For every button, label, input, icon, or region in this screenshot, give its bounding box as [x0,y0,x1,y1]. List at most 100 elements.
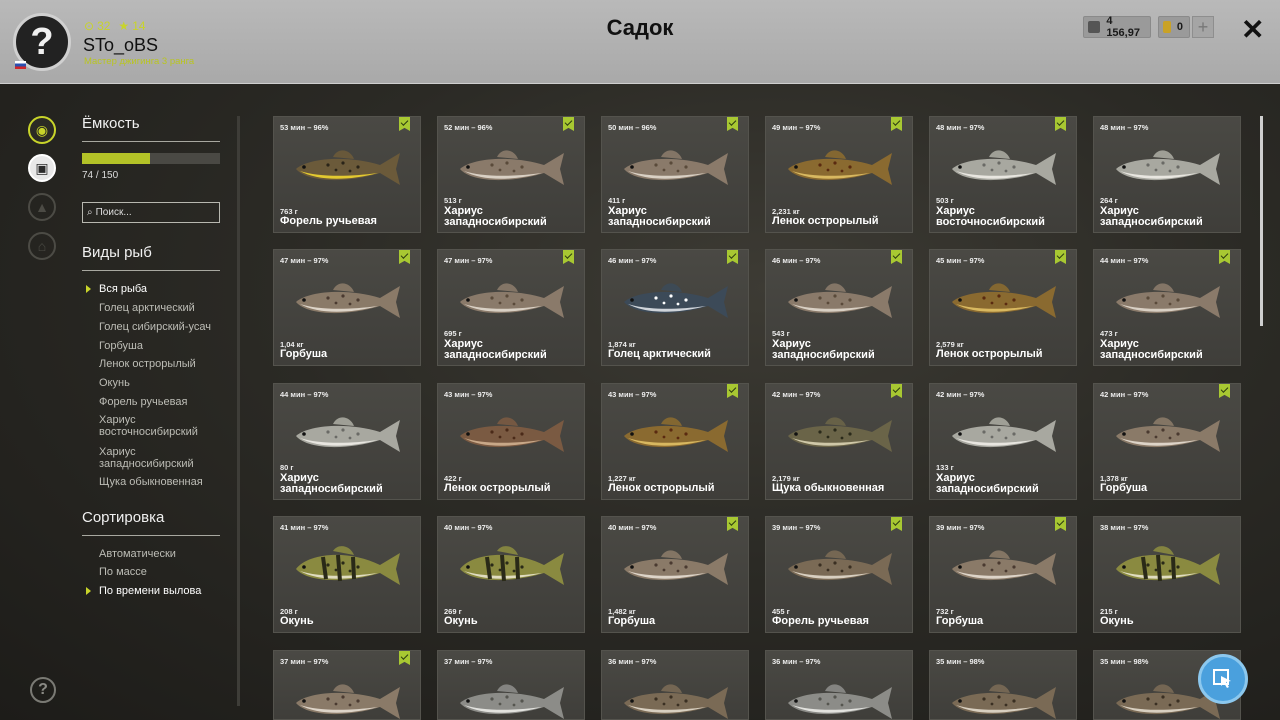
fish-card[interactable]: 47 мин – 97% 695 г Хариус западносибирски… [437,249,585,366]
divider [82,141,220,142]
fish-card[interactable]: 42 мин – 97% 2,179 кг Щука обыкновенная [765,383,913,500]
bookmark-icon [1055,250,1066,264]
fish-image [452,677,572,720]
fish-image [944,543,1064,593]
fish-card[interactable]: 43 мин – 97% 1,227 кг Ленок острорылый [601,383,749,500]
catch-time: 52 мин – 96% [444,123,493,132]
catch-time: 39 мин – 97% [936,523,985,532]
species-item[interactable]: Вся рыба [99,283,147,295]
catch-time: 48 мин – 97% [936,123,985,132]
species-item[interactable]: Голец сибирский-усач [99,321,211,333]
fish-image [1108,276,1228,326]
fish-card[interactable]: 43 мин – 97% 422 г Ленок острорылый [437,383,585,500]
species-item[interactable]: Хариус западносибирский [99,446,194,470]
fish-image [288,543,408,593]
fish-card[interactable]: 50 мин – 96% 411 г Хариус западносибирски… [601,116,749,233]
fish-card[interactable]: 47 мин – 97% 1,04 кг Горбуша [273,249,421,366]
fish-name: Щука обыкновенная [772,482,885,494]
fish-card[interactable]: 38 мин – 97% 215 г Окунь [1093,516,1241,633]
fish-name: Горбуша [608,615,656,627]
catch-time: 50 мин – 96% [608,123,657,132]
fish-card[interactable]: 35 мин – 98% [929,650,1077,720]
home-icon[interactable]: ⌂ [28,232,56,260]
catch-time: 45 мин – 97% [936,256,985,265]
fish-card[interactable]: 53 мин – 96% 763 г Форель ручьевая [273,116,421,233]
fish-card[interactable]: 36 мин – 97% [601,650,749,720]
fish-card[interactable]: 44 мин – 97% 80 г Хариус западносибирский [273,383,421,500]
fish-card[interactable]: 39 мин – 97% 732 г Горбуша [929,516,1077,633]
fish-name: Окунь [280,615,314,627]
fish-card[interactable]: 42 мин – 97% 133 г Хариус западносибирски… [929,383,1077,500]
inventory-icon[interactable]: ▣ [28,154,56,182]
fish-card[interactable]: 41 мин – 97% 208 г Окунь [273,516,421,633]
help-icon[interactable]: ? [30,677,56,703]
species-item[interactable]: Голец арктический [99,302,195,314]
grid-scrollbar[interactable] [1260,116,1263,326]
catch-time: 47 мин – 97% [280,256,329,265]
catch-time: 38 мин – 97% [1100,523,1149,532]
keepnet-fish-icon[interactable]: ◉ [28,116,56,144]
sort-option[interactable]: По времени вылова [99,585,201,597]
catch-time: 36 мин – 97% [772,657,821,666]
bookmark-icon [399,250,410,264]
fish-image [780,543,900,593]
catch-time: 35 мин – 98% [1100,657,1149,666]
bookmark-icon [727,517,738,531]
fish-card[interactable]: 42 мин – 97% 1,378 кг Горбуша [1093,383,1241,500]
fish-card[interactable]: 52 мин – 96% 513 г Хариус западносибирски… [437,116,585,233]
species-item[interactable]: Хариус восточносибирский [99,414,198,438]
fish-image [780,276,900,326]
fish-card[interactable]: 46 мин – 97% 543 г Хариус западносибирски… [765,249,913,366]
fish-card[interactable]: 48 мин – 97% 503 г Хариус восточносибирск… [929,116,1077,233]
fish-name: Хариус западносибирский [444,205,547,228]
fish-card[interactable]: 49 мин – 97% 2,231 кг Ленок острорылый [765,116,913,233]
fish-name: Хариус восточносибирский [936,205,1045,228]
fish-card[interactable]: 40 мин – 97% 1,482 кг Горбуша [601,516,749,633]
fish-image [616,677,736,720]
search-icon: ⌕ [87,207,93,218]
species-item[interactable]: Ленок острорылый [99,358,196,370]
fish-card[interactable]: 46 мин – 97% 1,874 кг Голец арктический [601,249,749,366]
bookmark-icon [891,117,902,131]
search-box[interactable]: ⌕ [82,202,220,223]
tent-icon[interactable]: ▲ [28,193,56,221]
cursor-mode-button[interactable] [1198,654,1248,704]
catch-time: 44 мин – 97% [280,390,329,399]
catch-time: 40 мин – 97% [444,523,493,532]
catch-time: 42 мин – 97% [936,390,985,399]
fish-name: Форель ручьевая [772,615,869,627]
fish-name: Ленок острорылый [936,348,1043,360]
fish-card[interactable]: 40 мин – 97% 269 г Окунь [437,516,585,633]
capacity-title: Ёмкость [82,115,140,132]
fish-image [452,543,572,593]
close-button[interactable]: ✕ [1241,13,1264,46]
fish-card[interactable]: 36 мин – 97% [765,650,913,720]
fish-card[interactable]: 48 мин – 97% 264 г Хариус западносибирски… [1093,116,1241,233]
fish-card[interactable]: 37 мин – 97% [437,650,585,720]
sort-option[interactable]: По массе [99,566,147,578]
species-item[interactable]: Окунь [99,377,130,389]
capacity-bar [82,153,220,164]
fish-name: Хариус западносибирский [280,472,383,495]
fish-image [616,543,736,593]
fish-name: Голец арктический [608,348,711,360]
fish-card[interactable]: 45 мин – 97% 2,579 кг Ленок острорылый [929,249,1077,366]
fish-card[interactable]: 39 мин – 97% 455 г Форель ручьевая [765,516,913,633]
bookmark-icon [727,384,738,398]
bookmark-icon [727,117,738,131]
sort-option[interactable]: Автоматически [99,548,176,560]
fish-image [452,410,572,460]
species-item[interactable]: Горбуша [99,340,143,352]
fish-name: Горбуша [936,615,984,627]
fish-image [780,143,900,193]
add-gold-button[interactable]: + [1192,16,1214,38]
species-item[interactable]: Форель ручьевая [99,396,187,408]
fish-image [616,143,736,193]
catch-time: 37 мин – 97% [444,657,493,666]
search-input[interactable] [95,207,206,218]
bookmark-icon [891,517,902,531]
fish-card[interactable]: 37 мин – 97% [273,650,421,720]
fish-card[interactable]: 44 мин – 97% 473 г Хариус западносибирски… [1093,249,1241,366]
species-item[interactable]: Щука обыкновенная [99,476,203,488]
fish-name: Горбуша [1100,482,1148,494]
